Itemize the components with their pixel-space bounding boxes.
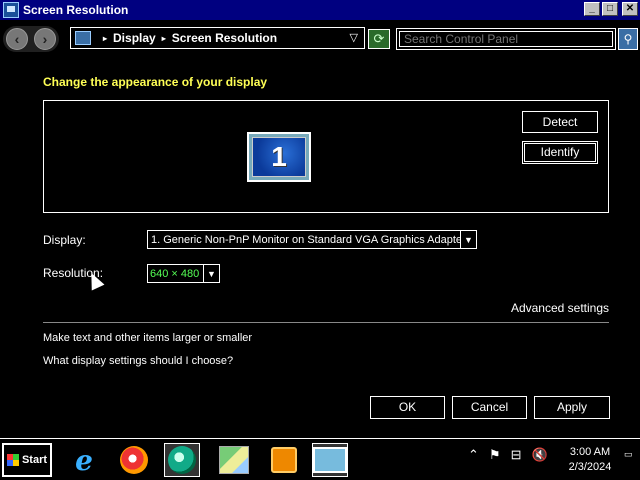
display-settings-help-link[interactable]: What display settings should I choose? [43,355,233,367]
resolution-select[interactable]: 640 × 480 ▼ [147,264,220,283]
monitor-icon[interactable]: 1 [247,132,311,182]
identify-button[interactable]: Identify [522,141,598,164]
page-heading: Change the appearance of your display [43,75,268,89]
larger-text-link[interactable]: Make text and other items larger or smal… [43,332,252,344]
breadcrumb: ▸ Display ▸ Screen Resolution [97,31,277,45]
monitor-number: 1 [271,141,287,172]
window-title: Screen Resolution [23,3,129,17]
media-player-icon[interactable] [266,443,302,477]
breadcrumb-separator-icon[interactable]: ▸ [103,34,107,43]
title-bar: Screen Resolution _ □ ✕ [0,0,640,20]
clock-time: 3:00 AM [569,446,611,458]
refresh-button[interactable]: ⟳ [368,29,390,49]
resolution-select-value: 640 × 480 [150,267,200,280]
close-button[interactable]: ✕ [622,2,638,16]
windows-logo-icon [6,454,19,466]
control-panel-icon [75,31,91,45]
chevron-down-icon[interactable]: ▼ [460,231,476,248]
chevron-up-icon[interactable]: ⌃ [468,447,479,463]
network-icon[interactable]: ⊟ [511,447,522,463]
breadcrumb-screen-resolution[interactable]: Screen Resolution [172,31,277,45]
app-icon[interactable] [164,443,200,477]
window-controls: _ □ ✕ [584,2,638,16]
back-button[interactable]: ‹ [6,28,28,50]
divider [43,322,609,323]
breadcrumb-display[interactable]: Display [113,31,156,45]
maximize-button[interactable]: □ [602,2,618,16]
screen-resolution-app-icon [3,2,19,18]
search-box [396,28,616,50]
start-label: Start [21,454,48,466]
flag-icon[interactable]: ⚑ [489,447,501,463]
nav-buttons: ‹ › [3,26,59,52]
clock-date: 2/3/2024 [568,461,612,473]
apply-button[interactable]: Apply [534,396,610,419]
ok-button[interactable]: OK [370,396,445,419]
address-bar[interactable]: ▸ Display ▸ Screen Resolution ▽ [70,27,365,49]
start-button[interactable]: Start [2,443,52,477]
address-dropdown-icon[interactable]: ▽ [350,31,358,44]
detect-button[interactable]: Detect [522,111,598,133]
chevron-down-icon[interactable]: ▼ [203,265,219,282]
volume-muted-icon[interactable]: 🔇 [531,447,547,463]
firefox-icon[interactable] [116,443,152,477]
display-label: Display: [43,233,86,247]
breadcrumb-separator-icon[interactable]: ▸ [162,34,166,43]
maps-icon[interactable] [216,443,252,477]
monitor-screen: 1 [252,137,306,177]
taskbar: Start e ⌃ ⚑ ⊟ 🔇 3:00 AM 2/3/2024 ▭ [0,438,640,480]
minimize-button[interactable]: _ [584,2,600,16]
advanced-settings-link[interactable]: Advanced settings [511,301,609,315]
display-select[interactable]: 1. Generic Non-PnP Monitor on Standard V… [147,230,477,249]
search-icon[interactable]: ⚲ [618,28,638,50]
screen-resolution-icon[interactable] [312,443,348,477]
forward-button[interactable]: › [34,28,56,50]
show-desktop-icon[interactable]: ▭ [624,449,636,471]
display-select-value: 1. Generic Non-PnP Monitor on Standard V… [151,233,460,246]
search-input[interactable] [399,31,613,47]
clock[interactable]: 3:00 AM 2/3/2024 [562,445,618,475]
internet-explorer-icon[interactable]: e [66,443,102,477]
system-tray: ⌃ ⚑ ⊟ 🔇 [468,447,548,463]
cancel-button[interactable]: Cancel [452,396,527,419]
